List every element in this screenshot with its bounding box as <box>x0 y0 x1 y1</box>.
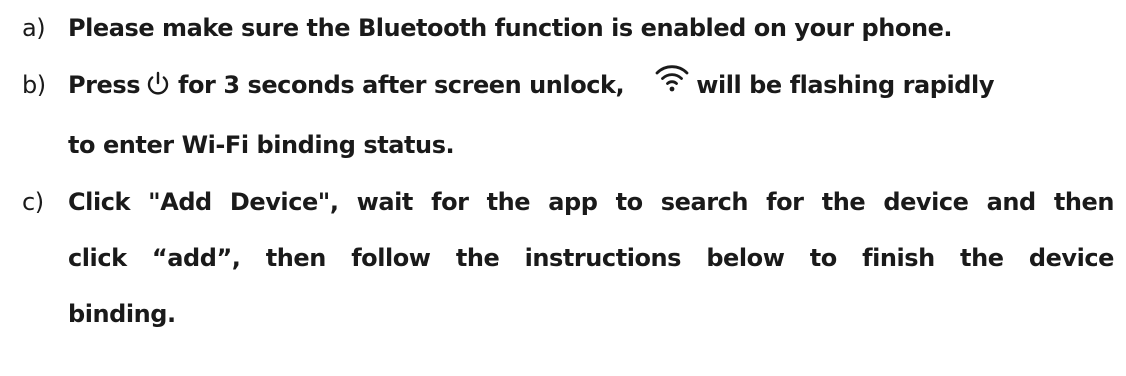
step-line: binding. <box>68 300 176 328</box>
wifi-icon <box>654 57 690 113</box>
step-line: Press for 3 seconds after screen unlock, w… <box>68 57 1114 117</box>
step-a: a) Please make sure the Bluetooth functi… <box>22 0 1114 56</box>
power-icon <box>146 61 170 117</box>
step-text: Please make sure the Bluetooth function … <box>68 14 953 42</box>
step-text-segment: Press <box>68 71 141 99</box>
step-marker: b) <box>22 71 46 99</box>
step-c: c) Click "Add Device", wait for the app … <box>22 174 1114 342</box>
step-line: click “add”, then follow the instruction… <box>68 244 1114 272</box>
step-marker: a) <box>22 14 46 42</box>
step-b: b) Press for 3 seconds after screen unloc… <box>22 57 1114 173</box>
step-marker: c) <box>22 188 44 216</box>
step-line: Click "Add Device", wait for the app to … <box>68 188 1114 216</box>
instruction-list: a) Please make sure the Bluetooth functi… <box>22 0 1114 342</box>
step-text-segment: will be flashing rapidly <box>696 71 995 99</box>
step-text-segment: for 3 seconds after screen unlock, <box>178 71 625 99</box>
step-line: to enter Wi-Fi binding status. <box>68 131 455 159</box>
